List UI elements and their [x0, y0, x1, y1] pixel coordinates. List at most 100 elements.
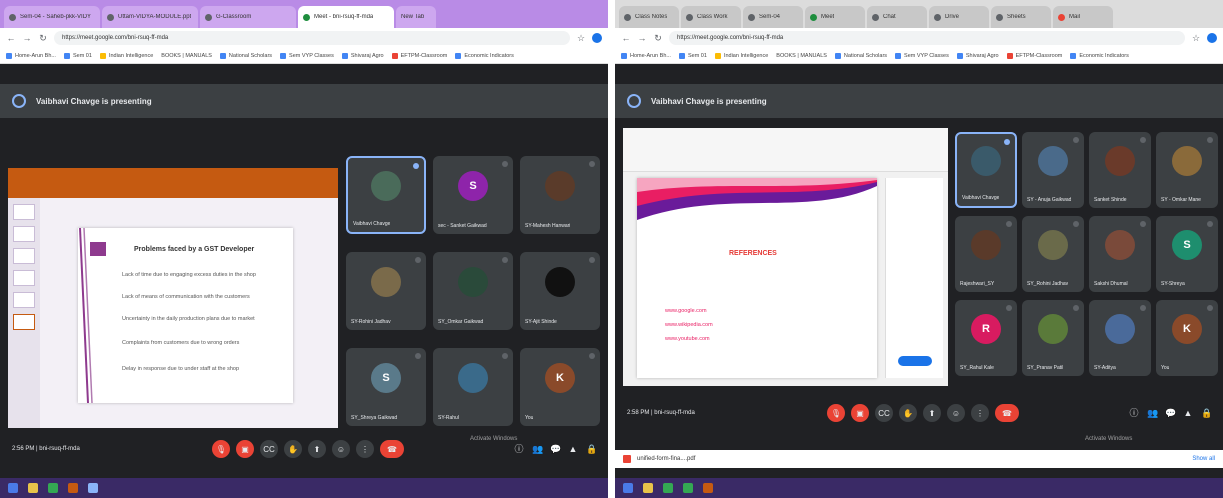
reactions-button[interactable]: ☺ — [332, 440, 350, 458]
browser-tab[interactable]: Uttam-VIDYA-MODULE.ppt — [102, 6, 198, 28]
star-icon[interactable]: ☆ — [576, 33, 586, 44]
participant-tile[interactable]: S SY_Shreya Gaikwad — [346, 348, 426, 426]
captions-button[interactable]: CC — [260, 440, 278, 458]
chat-icon[interactable]: 💬 — [1165, 408, 1176, 418]
browser-tab-active[interactable]: Meet - bni-rsuq-ff-mda — [298, 6, 394, 28]
chat-icon[interactable]: 💬 — [550, 444, 561, 454]
participant-tile[interactable]: K You — [1156, 300, 1218, 376]
participant-tile[interactable]: SY-Aditya — [1089, 300, 1151, 376]
people-icon[interactable]: 👥 — [1147, 408, 1158, 418]
reactions-button[interactable]: ☺ — [947, 404, 965, 422]
bookmark-item[interactable]: Indian Intelligence — [714, 52, 768, 59]
browser-tab[interactable]: Class Work — [681, 6, 741, 28]
start-icon[interactable] — [623, 483, 633, 493]
raise-hand-button[interactable]: ✋ — [284, 440, 302, 458]
start-icon[interactable] — [8, 483, 18, 493]
captions-button[interactable]: CC — [875, 404, 893, 422]
bookmark-item[interactable]: BOOKS | MANUALS — [161, 53, 212, 59]
participant-tile[interactable]: Sanket Shinde — [1089, 132, 1151, 208]
participant-tile[interactable]: SY_Rohini Jadhav — [1022, 216, 1084, 292]
participant-tile[interactable]: SY - Anuja Gaikwad — [1022, 132, 1084, 208]
participant-tile[interactable]: R SY_Rahul Kale — [955, 300, 1017, 376]
present-button[interactable]: ⬆ — [923, 404, 941, 422]
profile-avatar[interactable] — [1207, 33, 1217, 43]
powerpoint-icon[interactable] — [68, 483, 78, 493]
present-button[interactable]: ⬆ — [308, 440, 326, 458]
browser-tab[interactable]: Drive — [929, 6, 989, 28]
participant-tile[interactable]: Sakshi Dhumal — [1089, 216, 1151, 292]
lock-icon[interactable]: 🔒 — [586, 444, 597, 454]
app-icon[interactable] — [683, 483, 693, 493]
info-icon[interactable]: ⓘ — [514, 444, 524, 454]
participant-tile[interactable]: SY_Omkar Gaikwad — [433, 252, 513, 330]
participant-tile[interactable]: SY - Omkar Mane — [1156, 132, 1218, 208]
reload-icon[interactable]: ↻ — [653, 33, 663, 44]
mic-off-button[interactable]: 🎙 — [212, 440, 230, 458]
bookmark-item[interactable]: National Scholars — [834, 52, 887, 59]
bookmark-item[interactable]: Home-Arun Bh... — [6, 52, 56, 59]
chrome-icon[interactable] — [663, 483, 673, 493]
people-icon[interactable]: 👥 — [532, 444, 543, 454]
browser-tab[interactable]: New Tab — [396, 6, 436, 28]
forward-icon[interactable]: → — [22, 33, 32, 43]
app-icon[interactable] — [88, 483, 98, 493]
bookmark-item[interactable]: EFTPM-Classroom — [1006, 52, 1062, 59]
bookmark-item[interactable]: Indian Intelligence — [99, 52, 153, 59]
browser-tab[interactable]: Mail — [1053, 6, 1113, 28]
participant-tile[interactable]: S sec - Sanket Gaikwad — [433, 156, 513, 234]
browser-tab[interactable]: Sheets — [991, 6, 1051, 28]
leave-call-button[interactable]: ☎ — [380, 440, 404, 458]
activities-icon[interactable]: ▲ — [1183, 408, 1193, 418]
bookmark-item[interactable]: BOOKS | MANUALS — [776, 53, 827, 59]
more-options-button[interactable]: ⋮ — [971, 404, 989, 422]
browser-tab[interactable]: Class Notes — [619, 6, 679, 28]
leave-call-button[interactable]: ☎ — [995, 404, 1019, 422]
activities-icon[interactable]: ▲ — [568, 444, 578, 454]
camera-off-button[interactable]: ▣ — [236, 440, 254, 458]
bookmark-item[interactable]: Home-Arun Bh... — [621, 52, 671, 59]
participant-tile[interactable]: Rajeshwari_SY — [955, 216, 1017, 292]
info-icon[interactable]: ⓘ — [1129, 408, 1139, 418]
browser-tab[interactable]: Sem-04 - Saheb-pkk-VIDY — [4, 6, 100, 28]
chrome-icon[interactable] — [48, 483, 58, 493]
bookmark-item[interactable]: Sem VYP Classes — [280, 52, 334, 59]
participant-tile[interactable]: SY-Rahul — [433, 348, 513, 426]
file-explorer-icon[interactable] — [643, 483, 653, 493]
bookmark-item[interactable]: Shivaraj Agro — [341, 52, 384, 59]
url-field[interactable]: https://meet.google.com/bni-rsuq-ff-mda — [54, 31, 570, 45]
participant-tile[interactable]: SY-Rohini Jadhav — [346, 252, 426, 330]
mic-off-button[interactable]: 🎙 — [827, 404, 845, 422]
bookmark-item[interactable]: EFTPM-Classroom — [391, 52, 447, 59]
browser-tab[interactable]: Chat — [867, 6, 927, 28]
show-all-downloads-link[interactable]: Show all — [1192, 456, 1215, 462]
camera-off-button[interactable]: ▣ — [851, 404, 869, 422]
back-icon[interactable]: ← — [6, 33, 16, 43]
bookmark-item[interactable]: Sem 01 — [63, 52, 92, 59]
bookmark-item[interactable]: Economic Indicators — [1070, 52, 1129, 59]
participant-tile[interactable]: Vaibhavi Chavge — [955, 132, 1017, 208]
back-icon[interactable]: ← — [621, 33, 631, 43]
bookmark-item[interactable]: Sem 01 — [678, 52, 707, 59]
participant-tile[interactable]: S SY-Shreya — [1156, 216, 1218, 292]
profile-avatar[interactable] — [592, 33, 602, 43]
file-explorer-icon[interactable] — [28, 483, 38, 493]
participant-tile[interactable]: SY-Ajit Shinde — [520, 252, 600, 330]
forward-icon[interactable]: → — [637, 33, 647, 43]
panel-action-button[interactable] — [898, 356, 932, 366]
download-item-label[interactable]: unified-form-fina....pdf — [637, 456, 695, 462]
pin-icon[interactable] — [413, 163, 419, 169]
browser-tab[interactable]: Sem-04 — [743, 6, 803, 28]
more-options-button[interactable]: ⋮ — [356, 440, 374, 458]
browser-tab[interactable]: G-Classroom — [200, 6, 296, 28]
pin-icon[interactable] — [1004, 139, 1010, 145]
bookmark-item[interactable]: Shivaraj Agro — [956, 52, 999, 59]
browser-tab-active[interactable]: Meet — [805, 6, 865, 28]
bookmark-item[interactable]: Economic Indicators — [455, 52, 514, 59]
participant-tile[interactable]: Vaibhavi Chavge — [346, 156, 426, 234]
participant-tile[interactable]: SY_Pranav Patil — [1022, 300, 1084, 376]
star-icon[interactable]: ☆ — [1191, 33, 1201, 44]
reload-icon[interactable]: ↻ — [38, 33, 48, 44]
participant-tile[interactable]: SY-Mahesh Hanwari — [520, 156, 600, 234]
bookmark-item[interactable]: National Scholars — [219, 52, 272, 59]
lock-icon[interactable]: 🔒 — [1201, 408, 1212, 418]
